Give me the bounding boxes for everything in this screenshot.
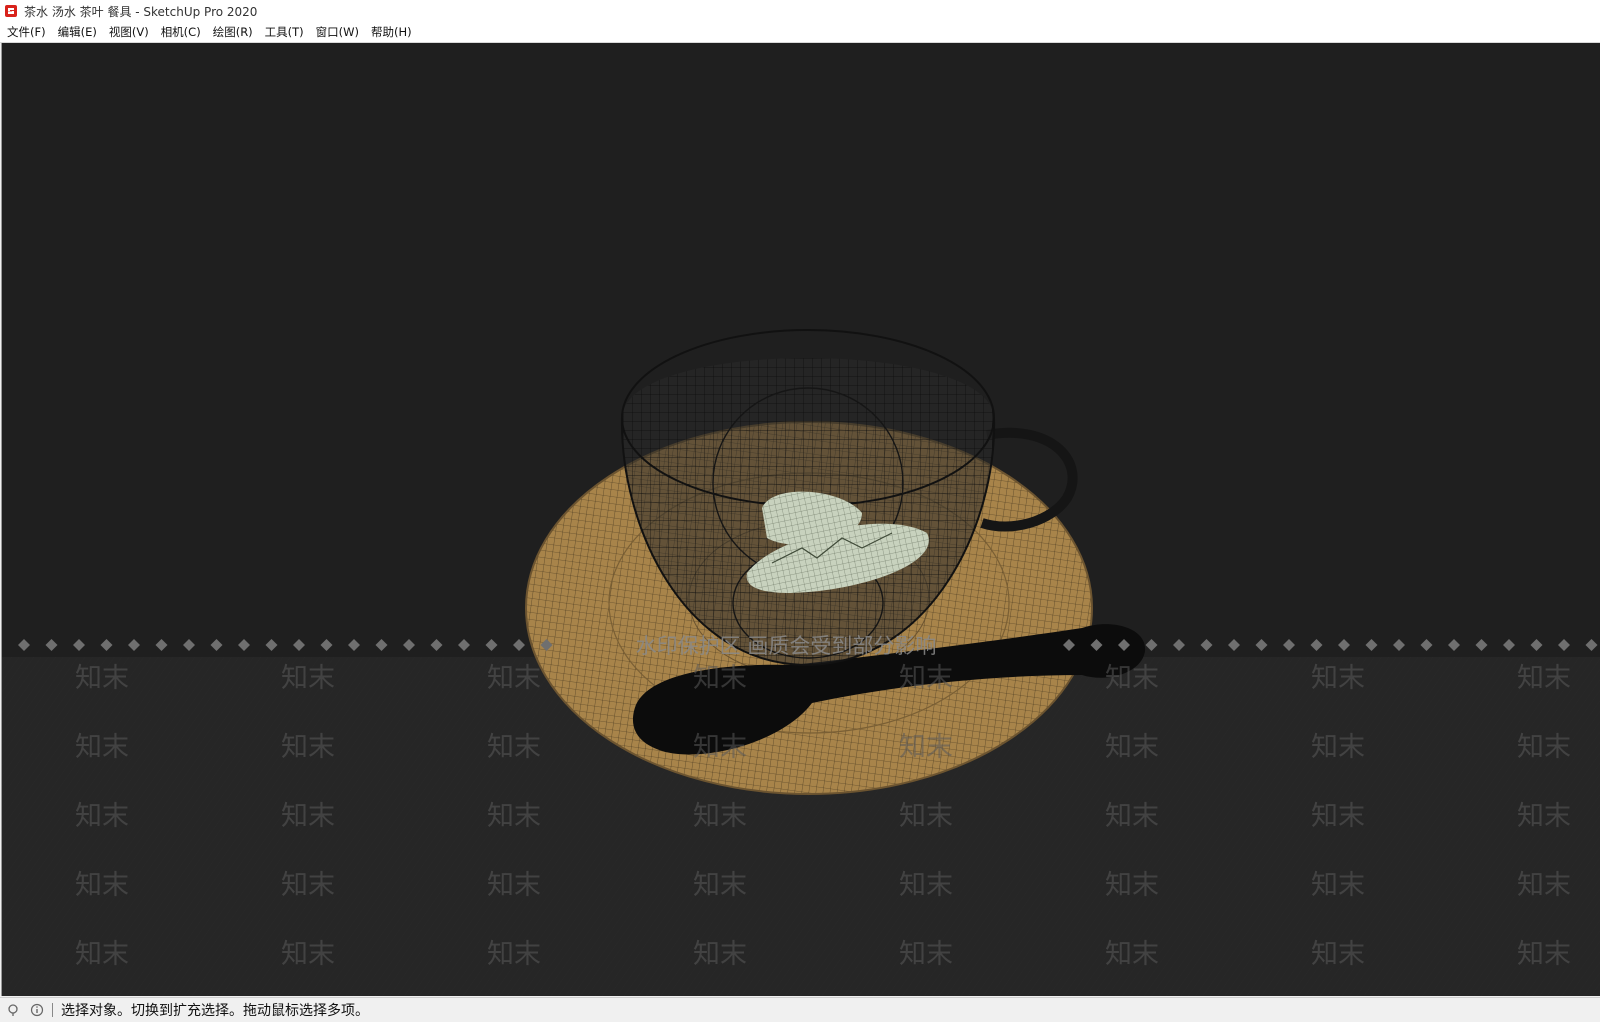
watermark-text: 知末 [1105, 801, 1159, 832]
watermark-diamond [210, 639, 223, 651]
watermark-diamond [100, 639, 113, 651]
watermark-text: 知末 [1311, 801, 1365, 832]
menu-window[interactable]: 窗口(W) [310, 22, 365, 42]
watermark-text: 知末 [693, 732, 747, 763]
watermark-diamond [1530, 639, 1543, 651]
watermark-diamond [430, 639, 443, 651]
watermark-diamond [1365, 639, 1378, 651]
watermark-text: 知末 [487, 663, 541, 694]
watermark-text: 知末 [75, 732, 129, 763]
watermark-text: 知末 [693, 870, 747, 901]
watermark-diamond [1585, 639, 1598, 651]
menu-bar: 文件(F) 编辑(E) 视图(V) 相机(C) 绘图(R) 工具(T) 窗口(W… [0, 22, 1600, 43]
status-message: 选择对象。切换到扩充选择。拖动鼠标选择多项。 [61, 1003, 369, 1019]
watermark-text: 知末 [1311, 870, 1365, 901]
watermark-diamond [403, 639, 415, 651]
watermark-diamond [183, 639, 195, 651]
watermark-text: 知末 [1105, 663, 1159, 694]
watermark-text: 知末 [281, 663, 335, 694]
watermark-text: 知末 [75, 663, 129, 694]
watermark-text: 知末 [693, 801, 747, 832]
watermark-diamond [1338, 639, 1350, 651]
watermark-text: 知末 [487, 801, 541, 832]
watermark-diamond [1200, 639, 1213, 651]
watermark-text: 知末 [1311, 732, 1365, 763]
watermark-text: 知末 [899, 939, 953, 970]
status-separator [52, 1003, 53, 1017]
watermark-diamond [485, 639, 498, 651]
watermark-diamond [1448, 639, 1460, 651]
3d-viewport[interactable]: 水印保护区 画质会受到部分影响 知末 知末 知末 知末 知末 知末 知末 知末 知末 知末 知末 知末… [1, 43, 1600, 996]
menu-help[interactable]: 帮助(H) [365, 22, 418, 42]
watermark-text: 知末 [281, 939, 335, 970]
watermark-text: 知末 [1311, 663, 1365, 694]
watermark-text: 知末 [693, 663, 747, 694]
watermark-diamond [265, 639, 278, 651]
watermark-diamond [320, 639, 333, 651]
watermark-text: 知末 [899, 801, 953, 832]
watermark-diamond [1558, 639, 1570, 651]
watermark-text: 知末 [1517, 870, 1571, 901]
watermark-text: 知末 [75, 939, 129, 970]
watermark-text: 知末 [487, 732, 541, 763]
model-scene[interactable]: 水印保护区 画质会受到部分影响 知末 知末 知末 知末 知末 知末 知末 知末知末 知末 知末 知末… [2, 43, 1600, 996]
menu-edit[interactable]: 编辑(E) [52, 22, 103, 42]
watermark-text: 知末 [899, 732, 953, 763]
watermark-diamond [458, 639, 470, 651]
watermark-diamond [348, 639, 360, 651]
watermark-text: 知末 [693, 939, 747, 970]
watermark-diamond [1475, 639, 1488, 651]
watermark-diamond [375, 639, 388, 651]
watermark-diamond [293, 639, 305, 651]
watermark-text: 知末 [899, 870, 953, 901]
watermark-diamond [73, 639, 85, 651]
sketchup-logo-icon [5, 5, 17, 17]
watermark-text: 知末 [1517, 801, 1571, 832]
watermark-diamond [1393, 639, 1405, 651]
watermark-text: 知末 [1105, 732, 1159, 763]
menu-view[interactable]: 视图(V) [103, 22, 155, 42]
watermark-diamond [1283, 639, 1295, 651]
watermark-text: 知末 [281, 801, 335, 832]
watermark-text: 知末 [1517, 732, 1571, 763]
watermark-diamond [155, 639, 168, 651]
watermark-diamond [1228, 639, 1240, 651]
status-bar: 选择对象。切换到扩充选择。拖动鼠标选择多项。 [0, 997, 1600, 1022]
watermark-diamond [18, 639, 30, 651]
watermark-diamond [238, 639, 250, 651]
watermark-text: 知末 [281, 732, 335, 763]
info-icon[interactable] [30, 1003, 44, 1017]
menu-camera[interactable]: 相机(C) [155, 22, 207, 42]
watermark-diamond [1420, 639, 1433, 651]
watermark-diamond [1255, 639, 1268, 651]
watermark-diamond [1145, 639, 1158, 651]
watermark-banner: 水印保护区 画质会受到部分影响 [636, 634, 937, 658]
watermark-text: 知末 [1311, 939, 1365, 970]
watermark-text: 知末 [281, 870, 335, 901]
watermark-text: 知末 [1105, 939, 1159, 970]
watermark-text: 知末 [75, 870, 129, 901]
menu-file[interactable]: 文件(F) [0, 22, 52, 42]
watermark-text: 知末 [1517, 663, 1571, 694]
watermark-diamond [1173, 639, 1185, 651]
watermark-diamond [513, 639, 525, 651]
watermark-diamond [128, 639, 140, 651]
window-title: 茶水 汤水 茶叶 餐具 - SketchUp Pro 2020 [24, 4, 258, 19]
watermark-text: 知末 [1517, 939, 1571, 970]
menu-tools[interactable]: 工具(T) [259, 22, 310, 42]
title-bar: 茶水 汤水 茶叶 餐具 - SketchUp Pro 2020 [0, 0, 1600, 22]
watermark-text: 知末 [487, 939, 541, 970]
watermark-diamond [1310, 639, 1323, 651]
watermark-diamond [1503, 639, 1515, 651]
watermark-diamond [45, 639, 58, 651]
geo-location-icon[interactable] [6, 1003, 20, 1017]
watermark-text: 知末 [899, 663, 953, 694]
watermark-text: 知末 [75, 801, 129, 832]
watermark-text: 知末 [1105, 870, 1159, 901]
menu-draw[interactable]: 绘图(R) [207, 22, 259, 42]
watermark-text: 知末 [487, 870, 541, 901]
